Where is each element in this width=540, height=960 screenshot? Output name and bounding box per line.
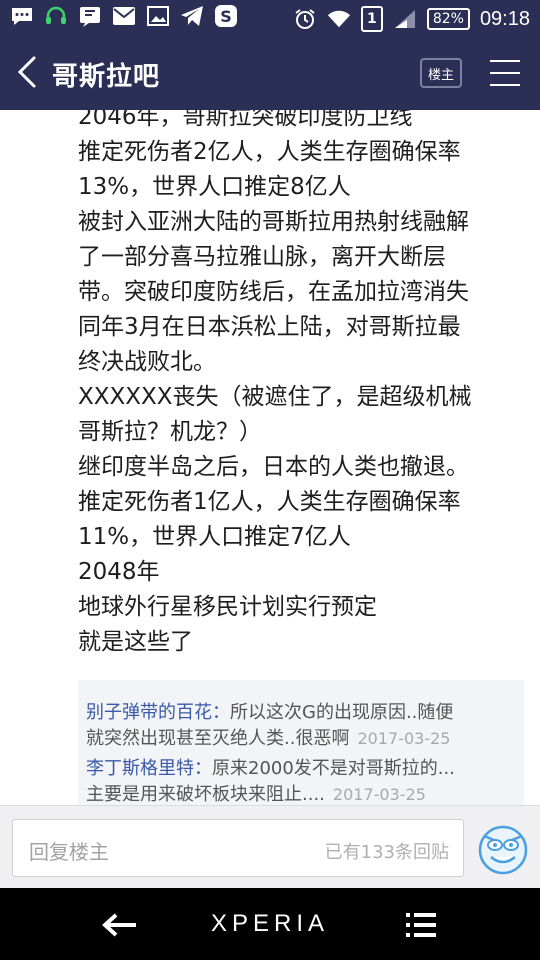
post-line: 被封入亚洲大陆的哥斯拉用热射线融解 xyxy=(78,209,469,235)
post-line: 2048年 xyxy=(78,559,160,585)
system-status: 1 82% 09:18 xyxy=(293,6,530,32)
status-bar: S 1 82% 09:18 xyxy=(0,0,540,36)
alarm-icon xyxy=(293,7,317,31)
reply-text: 就突然出现甚至灭绝人类..很恶啊 xyxy=(86,728,350,749)
svg-text:S: S xyxy=(220,7,232,26)
reply-text: 主要是用来破坏板块来阻止.... xyxy=(86,784,325,805)
post-line: XXXXXX丧失（被遮住了，是超级机械 xyxy=(78,384,472,410)
reply-placeholder: 回复楼主 xyxy=(29,840,109,864)
sub-reply[interactable]: 别子弹带的百花：所以这次G的出现原因..随便 就突然出现甚至灭绝人类..很恶啊 2… xyxy=(86,700,516,752)
back-button[interactable] xyxy=(14,54,42,90)
wifi-icon xyxy=(327,7,351,31)
post-line: 带。突破印度防线后，在孟加拉湾消失 xyxy=(78,279,469,305)
sub-reply[interactable]: 李丁斯格里特：原来2000发不是对哥斯拉的... 主要是用来破坏板块来阻止...… xyxy=(86,756,516,805)
telegram-icon xyxy=(180,4,204,28)
reply-author[interactable]: 别子弹带的百花： xyxy=(86,702,230,723)
post-line: 继印度半岛之后，日本的人类也撤退。 xyxy=(78,454,469,480)
post-line: 推定死伤者2亿人，人类生存圈确保率 xyxy=(78,139,461,165)
hamburger-icon xyxy=(490,60,520,86)
arrow-left-icon xyxy=(102,913,136,937)
menu-button[interactable] xyxy=(488,58,522,88)
post-line: 同年3月在日本浜松上陆，对哥斯拉最 xyxy=(78,314,461,340)
brand-logo: XPERIA xyxy=(210,910,330,937)
reply-input[interactable]: 回复楼主 已有133条回贴 xyxy=(12,819,464,877)
reply-count: 已有133条回贴 xyxy=(324,842,449,863)
post-line: 了一部分喜马拉雅山脉，离开大断层 xyxy=(78,244,446,270)
system-nav-bar: XPERIA xyxy=(0,888,540,960)
post-body: 2046年，哥斯拉突破印度防卫线推定死伤者2亿人，人类生存圈确保率 13%，世界人… xyxy=(78,110,528,660)
post-card: 2046年，哥斯拉突破印度防卫线推定死伤者2亿人，人类生存圈确保率 13%，世界人… xyxy=(0,110,540,805)
signal-icon xyxy=(393,7,417,31)
nav-menu-button[interactable] xyxy=(404,912,438,938)
reply-date: 2017-03-25 xyxy=(357,729,451,748)
reply-date: 2017-03-25 xyxy=(332,785,426,804)
chat-bubble-icon xyxy=(10,4,34,28)
s-app-icon: S xyxy=(214,4,238,28)
sim-badge: 1 xyxy=(360,6,383,32)
emoji-button[interactable] xyxy=(476,820,530,876)
only-op-button[interactable]: 楼主 xyxy=(420,58,462,88)
post-line: 地球外行星移民计划实行预定 xyxy=(78,594,377,620)
mail-icon xyxy=(112,4,136,28)
post-line: 哥斯拉？机龙？） xyxy=(78,419,262,445)
image-icon xyxy=(146,4,170,28)
nav-back-button[interactable] xyxy=(100,912,140,938)
headset-icon xyxy=(44,4,68,28)
reply-text: 所以这次G的出现原因..随便 xyxy=(230,702,454,723)
smiley-icon xyxy=(478,825,528,875)
battery-indicator: 82% xyxy=(426,8,470,30)
qq-icon xyxy=(78,4,102,28)
list-icon xyxy=(406,913,436,937)
notification-icons: S xyxy=(10,4,238,28)
post-line: 13%，世界人口推定8亿人 xyxy=(78,174,351,200)
sub-replies[interactable]: 别子弹带的百花：所以这次G的出现原因..随便 就突然出现甚至灭绝人类..很恶啊 2… xyxy=(78,680,524,805)
clock: 09:18 xyxy=(479,7,530,30)
app-header: 哥斯拉吧 楼主 xyxy=(0,36,540,110)
post-line: 2046年，哥斯拉突破印度防卫线 xyxy=(78,110,413,130)
post-line: 就是这些了 xyxy=(78,629,193,655)
chevron-left-icon xyxy=(17,56,36,88)
post-line: 终决战败北。 xyxy=(78,349,216,375)
page-title: 哥斯拉吧 xyxy=(52,62,161,92)
post-line: 推定死伤者1亿人，人类生存圈确保率 xyxy=(78,489,461,515)
reply-text: 原来2000发不是对哥斯拉的... xyxy=(212,758,455,779)
reply-bar: 回复楼主 已有133条回贴 xyxy=(0,805,540,888)
post-line: 11%，世界人口推定7亿人 xyxy=(78,524,351,550)
reply-author[interactable]: 李丁斯格里特： xyxy=(86,758,212,779)
